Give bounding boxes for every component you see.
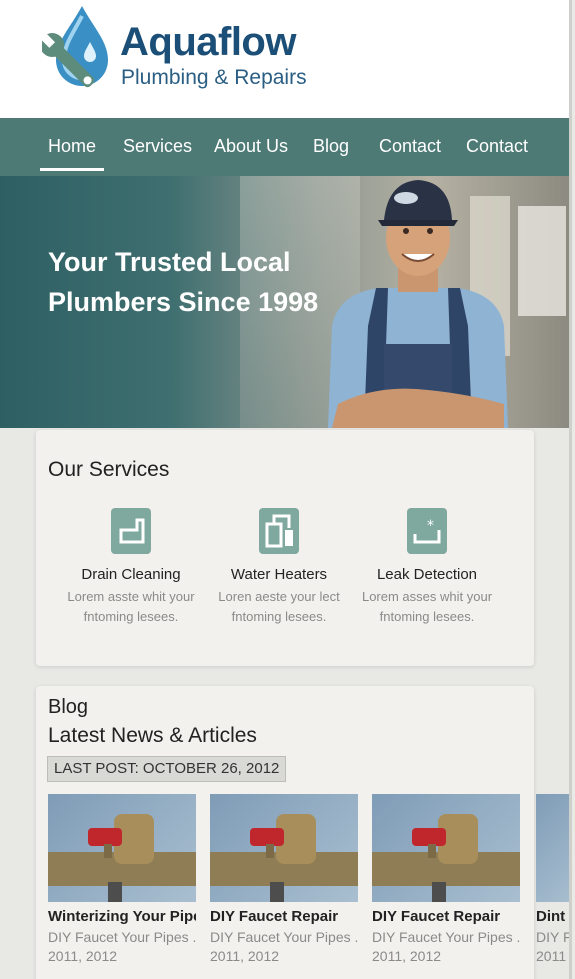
leak-icon: * xyxy=(407,508,447,554)
service-desc: Lorem asses whit your fntoming lesees. xyxy=(361,589,493,624)
service-drain-cleaning[interactable]: Drain Cleaning Lorem asste whit your fnt… xyxy=(56,508,206,627)
services-section: Our Services Drain Cleaning Lorem asste … xyxy=(36,430,534,666)
blog-post-date: 2011, 2012 xyxy=(210,948,280,964)
blog-post-card[interactable]: Winterizing Your Pipes DIY Faucet Your P… xyxy=(48,794,196,964)
hero-banner: Your Trusted Local Plumbers Since 1998 xyxy=(0,176,572,428)
nav-home[interactable]: Home xyxy=(39,136,105,171)
service-name: Drain Cleaning xyxy=(81,566,181,583)
blog-post-title[interactable]: DIY Faucet Repair xyxy=(372,908,520,925)
blog-post-card[interactable]: Dint DIY F 2011 xyxy=(536,794,572,964)
blog-post-excerpt: DIY Faucet Your Pipes ... xyxy=(210,929,358,945)
last-post-badge: LAST POST: OCTOBER 26, 2012 xyxy=(47,756,287,782)
wrench-droplet-logo-icon[interactable] xyxy=(42,2,114,98)
blog-post-title[interactable]: DIY Faucet Repair xyxy=(210,908,358,925)
drain-icon xyxy=(111,508,151,554)
plumber-photo xyxy=(328,180,508,428)
blog-post-thumbnail[interactable] xyxy=(48,794,196,902)
page: Aquaflow Plumbing & Repairs Home Service… xyxy=(0,0,572,979)
service-name: Water Heaters xyxy=(230,566,328,583)
hero-background-window xyxy=(518,206,566,316)
nav-contact[interactable]: Contact xyxy=(379,136,441,157)
scrollbar[interactable] xyxy=(569,0,572,979)
service-name: Leak Detection xyxy=(376,566,478,583)
svg-text:*: * xyxy=(427,518,434,534)
services-title: Our Services xyxy=(48,458,170,481)
blog-post-title[interactable]: Winterizing Your Pipes xyxy=(48,908,196,925)
hero-title: Your Trusted Local Plumbers Since 1998 xyxy=(48,247,319,317)
nav-blog[interactable]: Blog xyxy=(313,136,349,157)
water-heater-icon xyxy=(259,508,299,554)
blog-post-date: 2011, 2012 xyxy=(48,948,118,964)
service-desc: Lorem asste whit your fntoming lesees. xyxy=(67,589,195,624)
blog-post-card[interactable]: DIY Faucet Repair DIY Faucet Your Pipes … xyxy=(372,794,520,964)
nav-about-us[interactable]: About Us xyxy=(214,136,288,157)
blog-post-excerpt: DIY Faucet Your Pipes ... xyxy=(372,929,520,945)
blog-label: Blog xyxy=(48,696,89,718)
blog-heading: Latest News & Articles xyxy=(48,724,257,747)
brand-name[interactable]: Aquaflow xyxy=(120,20,296,65)
service-desc: Loren aeste your lect fntoming lesees. xyxy=(218,589,340,624)
main-nav: Home Services About Us Blog Contact Cont… xyxy=(0,118,572,176)
service-leak-detection[interactable]: * Leak Detection Lorem asses whit your f… xyxy=(352,508,502,627)
service-water-heaters[interactable]: Water Heaters Loren aeste your lect fnto… xyxy=(204,508,354,627)
blog-post-thumbnail[interactable] xyxy=(210,794,358,902)
blog-post-thumbnail[interactable] xyxy=(536,794,572,902)
blog-post-excerpt: DIY Faucet Your Pipes ... xyxy=(48,929,196,945)
blog-post-title[interactable]: Dint xyxy=(536,908,572,925)
site-header: Aquaflow Plumbing & Repairs xyxy=(0,0,572,118)
blog-post-date: 2011 xyxy=(536,948,567,964)
brand-tagline: Plumbing & Repairs xyxy=(121,66,307,89)
blog-section: Blog Latest News & Articles LAST POST: O… xyxy=(36,686,572,979)
blog-post-thumbnail[interactable] xyxy=(372,794,520,902)
blog-post-excerpt: DIY F xyxy=(536,929,572,945)
nav-services[interactable]: Services xyxy=(123,136,192,157)
blog-post-date: 2011, 2012 xyxy=(372,948,442,964)
blog-post-card[interactable]: DIY Faucet Repair DIY Faucet Your Pipes … xyxy=(210,794,358,964)
nav-contact-2[interactable]: Contact xyxy=(466,136,528,157)
